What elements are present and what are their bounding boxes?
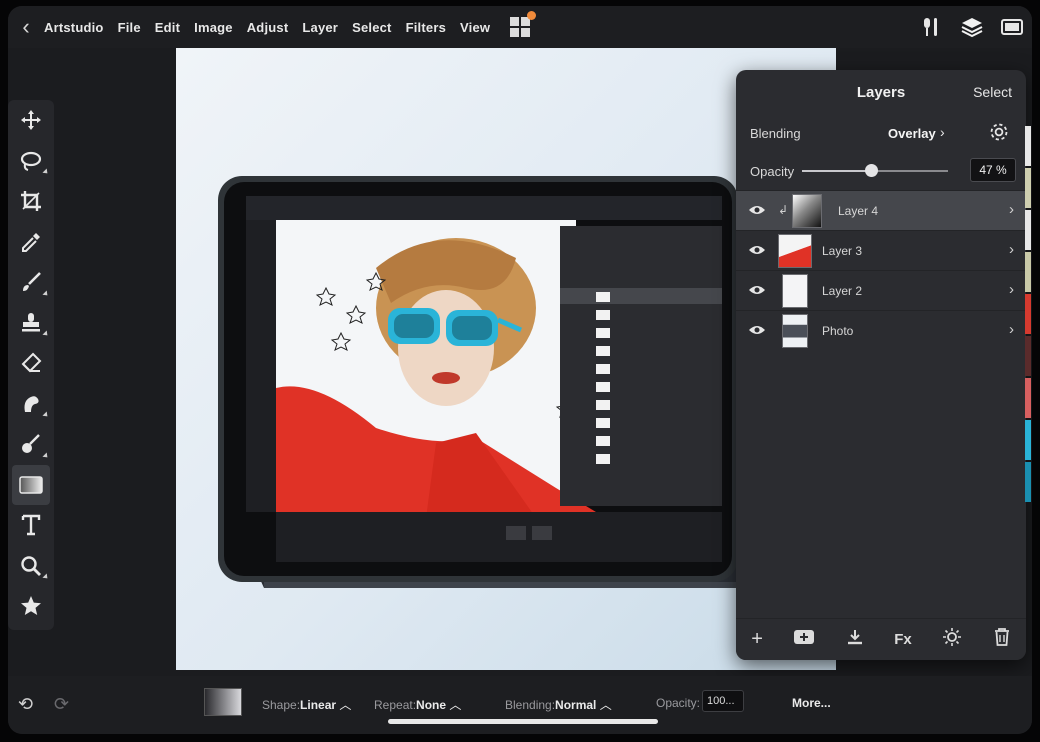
opacity-slider[interactable] (802, 164, 948, 177)
layer-name: Layer 4 (838, 204, 879, 218)
notification-dot (527, 11, 537, 20)
opacity-slider-knob[interactable] (864, 164, 878, 177)
home-indicator (388, 719, 658, 724)
move-tool-icon[interactable] (8, 100, 54, 141)
chevron-up-icon: ︿ (599, 698, 612, 712)
eye-icon[interactable] (748, 323, 766, 342)
layers-panel: Layers Select Blending Overlay › Opacity… (736, 70, 1026, 660)
gradient-swatch[interactable] (204, 688, 242, 716)
opacity-input[interactable]: 100... (702, 690, 744, 712)
lasso-tool-icon[interactable] (8, 141, 54, 182)
shape-label: Shape: (262, 698, 301, 712)
clipping-mask-icon: ↲ (778, 203, 789, 217)
app-name[interactable]: Artstudio (44, 20, 104, 35)
blending-option[interactable]: Blending:Normal ︿ (505, 696, 612, 713)
layer-thumbnail (782, 314, 808, 348)
layer-name: Layer 2 (822, 284, 863, 298)
chevron-right-icon[interactable]: › (1009, 281, 1014, 298)
chevron-right-icon[interactable]: › (1009, 201, 1014, 218)
trash-icon[interactable] (993, 627, 1011, 652)
shape-value: Linear (300, 698, 337, 712)
layer-thumbnail (792, 194, 822, 228)
smudge-tool-icon[interactable] (8, 384, 54, 425)
top-menu-bar: ‹ Artstudio File Edit Image Adjust Layer… (8, 6, 1032, 48)
opacity-label: Opacity (750, 163, 795, 179)
tool-options-bar: ⟲ ⟳ Shape:Linear ︿ Repeat:None ︿ Blendin… (8, 676, 1032, 734)
chevron-right-icon[interactable]: › (1009, 321, 1014, 338)
favorites-star-icon[interactable] (8, 586, 54, 627)
fullscreen-icon[interactable] (1000, 15, 1024, 39)
fx-button[interactable]: Fx (894, 631, 912, 648)
opacity-value-field[interactable]: 47 % (970, 158, 1016, 182)
add-layer-icon[interactable]: + (751, 628, 763, 651)
adjustment-sun-icon[interactable] (942, 627, 962, 652)
color-swatch-strip (1025, 126, 1031, 646)
chevron-up-icon: ︿ (449, 698, 462, 712)
plugins-grid-icon[interactable] (510, 11, 537, 37)
merge-down-icon[interactable] (846, 628, 864, 651)
undo-icon[interactable]: ⟲ (18, 694, 33, 715)
layers-stack-icon[interactable] (960, 15, 984, 39)
blending-value[interactable]: Overlay (888, 126, 936, 141)
layer-row-photo[interactable]: Photo › (736, 310, 1026, 350)
fill-tool-icon[interactable] (8, 424, 54, 465)
app-window: ‹ Artstudio File Edit Image Adjust Layer… (8, 6, 1032, 734)
repeat-label: Repeat: (374, 698, 417, 712)
redo-icon[interactable]: ⟳ (54, 694, 69, 715)
shape-option[interactable]: Shape:Linear ︿ (262, 696, 351, 713)
blending-label: Blending (750, 125, 801, 141)
repeat-option[interactable]: Repeat:None ︿ (374, 696, 461, 713)
menu-view[interactable]: View (460, 20, 490, 35)
layers-panel-header: Layers Select (736, 70, 1026, 114)
layer-thumbnail (778, 234, 812, 268)
opacity-option-label: Opacity: (656, 696, 701, 710)
menu-edit[interactable]: Edit (155, 20, 180, 35)
eraser-tool-icon[interactable] (8, 343, 54, 384)
layers-panel-footer: + Fx (736, 618, 1026, 660)
chevron-up-icon: ︿ (339, 698, 352, 712)
menu-file[interactable]: File (118, 20, 141, 35)
text-tool-icon[interactable] (8, 505, 54, 546)
blending-label: Blending: (505, 698, 556, 712)
repeat-value: None (416, 698, 447, 712)
zoom-tool-icon[interactable] (8, 546, 54, 587)
chevron-right-icon: › (940, 124, 945, 140)
layer-name: Layer 3 (822, 244, 863, 258)
blending-value: Normal (555, 698, 597, 712)
main-menu: Artstudio File Edit Image Adjust Layer S… (44, 6, 537, 48)
gear-icon[interactable] (988, 121, 1010, 146)
top-right-controls (920, 6, 1024, 48)
menu-image[interactable]: Image (194, 20, 233, 35)
more-button[interactable]: More... (792, 696, 831, 710)
layer-row-layer-2[interactable]: Layer 2 › (736, 270, 1026, 310)
brush-tool-icon[interactable] (8, 262, 54, 303)
layers-panel-title: Layers (856, 83, 906, 101)
menu-select[interactable]: Select (352, 20, 392, 35)
tool-palette (8, 100, 54, 630)
menu-layer[interactable]: Layer (302, 20, 338, 35)
eye-icon[interactable] (748, 243, 766, 262)
layer-thumbnail (782, 274, 808, 308)
layer-row-layer-4[interactable]: ↲ Layer 4 › (736, 190, 1026, 230)
blending-row[interactable]: Blending Overlay › (736, 114, 1026, 152)
gradient-tool-icon[interactable] (12, 464, 50, 505)
chevron-right-icon[interactable]: › (1009, 241, 1014, 258)
opacity-slider-fill (802, 170, 871, 172)
layer-name: Photo (822, 324, 854, 338)
crop-tool-icon[interactable] (8, 181, 54, 222)
brush-settings-icon[interactable] (920, 15, 944, 39)
back-chevron-icon[interactable]: ‹ (8, 6, 44, 48)
menu-adjust[interactable]: Adjust (247, 20, 289, 35)
layer-row-layer-3[interactable]: Layer 3 › (736, 230, 1026, 270)
layers-select-button[interactable]: Select (973, 84, 1012, 100)
eye-icon[interactable] (748, 203, 766, 222)
opacity-row: Opacity 47 % (736, 152, 1026, 190)
eye-icon[interactable] (748, 283, 766, 302)
stamp-tool-icon[interactable] (8, 303, 54, 344)
add-group-icon[interactable] (793, 628, 815, 651)
menu-filters[interactable]: Filters (406, 20, 446, 35)
eyedropper-tool-icon[interactable] (8, 222, 54, 263)
